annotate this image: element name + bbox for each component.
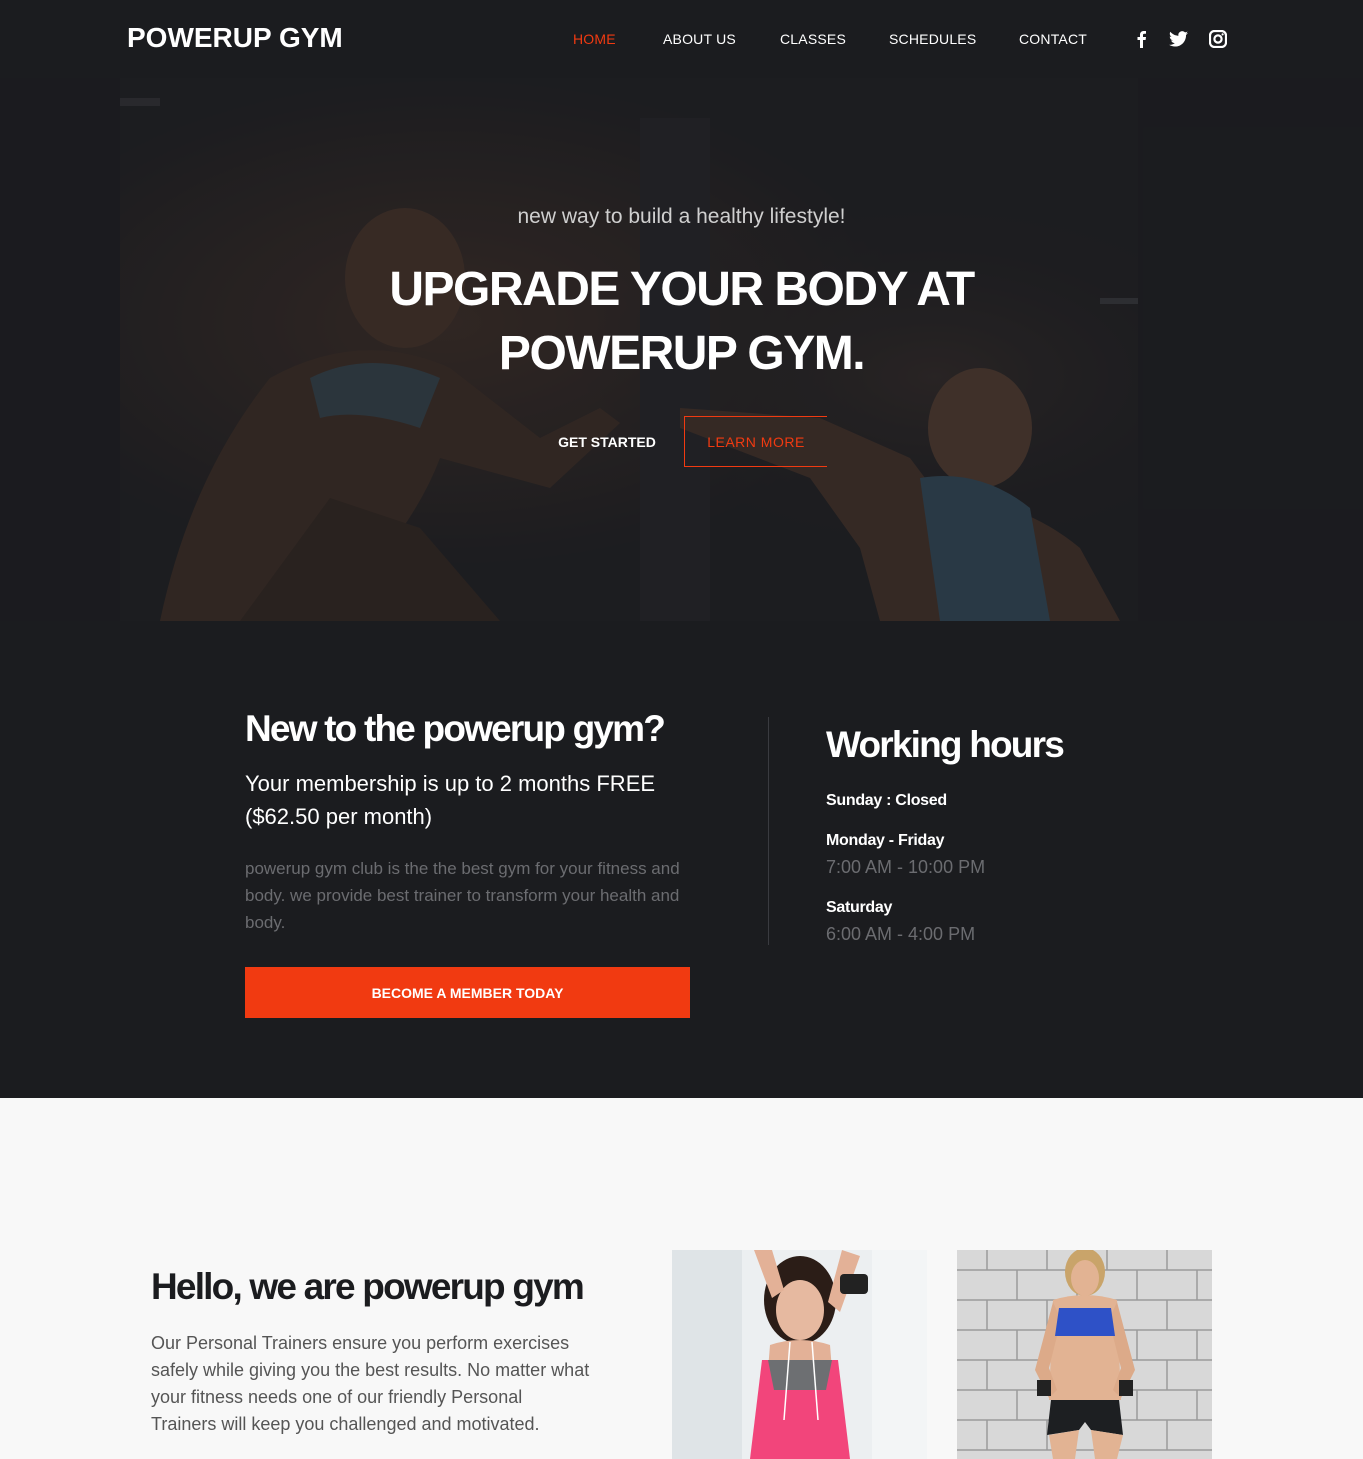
hero-title: UPGRADE YOUR BODY AT POWERUP GYM. (0, 258, 1363, 386)
hours-weekday-label: Monday - Friday (826, 832, 945, 849)
nav-schedules[interactable]: SCHEDULES (889, 31, 976, 47)
nav-classes[interactable]: CLASSES (780, 31, 846, 47)
about-title: Hello, we are powerup gym (151, 1266, 585, 1307)
trainer-photo-1 (672, 1250, 927, 1459)
hero-title-line-1: UPGRADE YOUR BODY AT (389, 263, 975, 316)
nav-about-us[interactable]: ABOUT US (663, 31, 736, 47)
hours-saturday-label: Saturday (826, 899, 893, 916)
hero-section: new way to build a healthy lifestyle! UP… (0, 78, 1363, 621)
hours-saturday-time: 6:00 AM - 4:00 PM (826, 924, 976, 944)
trainer-photo-2 (957, 1250, 1212, 1459)
become-member-button[interactable]: BECOME A MEMBER TODAY (245, 967, 690, 1018)
instagram-icon[interactable] (1208, 28, 1228, 50)
nav-contact[interactable]: CONTACT (1019, 31, 1087, 47)
hours-weekday-time: 7:00 AM - 10:00 PM (826, 857, 986, 877)
get-started-button[interactable]: GET STARTED (541, 417, 673, 467)
section-divider (768, 717, 769, 945)
working-hours-title: Working hours (826, 724, 1065, 765)
membership-description: powerup gym club is the the best gym for… (245, 859, 680, 932)
facebook-icon[interactable] (1131, 28, 1151, 50)
main-nav: HOME ABOUT US CLASSES SCHEDULES CONTACT (0, 31, 1363, 49)
membership-section: New to the powerup gym? Your membership … (0, 621, 1363, 1098)
about-section: Hello, we are powerup gym Our Personal T… (0, 1098, 1363, 1459)
hero-title-line-2: POWERUP GYM. (498, 327, 866, 380)
hours-sunday: Sunday : Closed (826, 792, 947, 809)
nav-home[interactable]: HOME (573, 31, 616, 47)
membership-title: New to the powerup gym? (245, 708, 666, 749)
twitter-icon[interactable] (1168, 28, 1188, 50)
membership-offer: Your membership is up to 2 months FREE (… (245, 771, 656, 829)
about-description: Our Personal Trainers ensure you perform… (151, 1333, 590, 1434)
hero-subtitle: new way to build a healthy lifestyle! (517, 205, 846, 228)
site-header: POWERUP GYM HOME ABOUT US CLASSES SCHEDU… (0, 0, 1363, 78)
learn-more-button[interactable]: LEARN MORE (684, 416, 827, 467)
